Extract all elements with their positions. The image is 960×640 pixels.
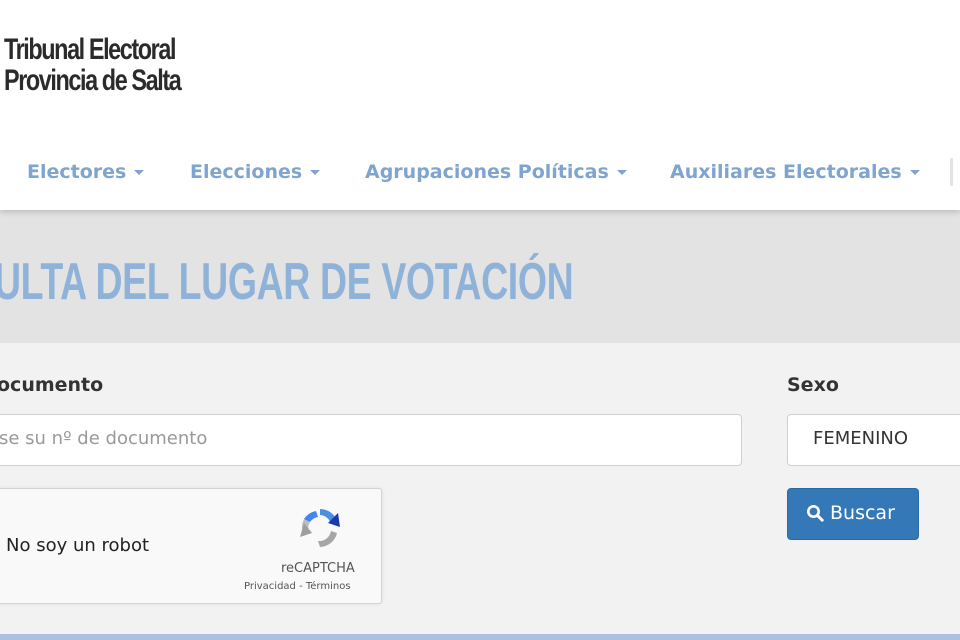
recaptcha-logo-icon (300, 508, 340, 547)
nav-item-label: Elecciones (190, 161, 303, 183)
sexo-selected-value: FEMENINO (813, 428, 909, 449)
buscar-label: Buscar (830, 502, 895, 524)
site-logo[interactable]: Tribunal Electoral Provincia de Salta (4, 33, 182, 97)
caret-down-icon (616, 170, 627, 175)
nav-item-auxiliares[interactable]: Auxiliares Electorales (670, 150, 920, 194)
caret-down-icon (909, 170, 920, 175)
nav-item-label: Electores (27, 161, 127, 183)
buscar-button[interactable]: Buscar (787, 488, 919, 540)
page-title: ULTA DEL LUGAR DE VOTACIÓN (0, 253, 574, 311)
documento-placeholder: se su nº de documento (0, 428, 208, 449)
nav-divider (950, 158, 953, 186)
main-nav: Electores Elecciones Agrupaciones Políti… (0, 150, 960, 194)
sexo-select[interactable]: FEMENINO (787, 414, 960, 466)
nav-item-electores[interactable]: Electores (27, 150, 145, 194)
recaptcha-widget: No soy un robot reCAPTCHA Privacidad - T… (0, 488, 382, 604)
logo-line-1: Tribunal Electoral (4, 33, 176, 66)
bottom-border (0, 634, 960, 640)
caret-down-icon (134, 170, 145, 175)
caret-down-icon (310, 170, 321, 175)
nav-item-agrupaciones[interactable]: Agrupaciones Políticas (365, 150, 627, 194)
search-icon (807, 505, 824, 522)
recaptcha-brand: reCAPTCHA (281, 561, 355, 576)
recaptcha-checkbox-label[interactable]: No soy un robot (6, 535, 149, 556)
documento-input[interactable]: se su nº de documento (0, 414, 742, 466)
documento-label: ocumento (0, 374, 104, 396)
nav-item-label: Agrupaciones Políticas (365, 161, 609, 183)
site-header: Tribunal Electoral Provincia de Salta El… (0, 0, 960, 210)
nav-item-label: Auxiliares Electorales (670, 161, 902, 183)
recaptcha-links[interactable]: Privacidad - Términos (244, 581, 351, 592)
nav-item-elecciones[interactable]: Elecciones (190, 150, 321, 194)
logo-line-2: Provincia de Salta (4, 64, 182, 97)
sexo-label: Sexo (787, 374, 839, 396)
